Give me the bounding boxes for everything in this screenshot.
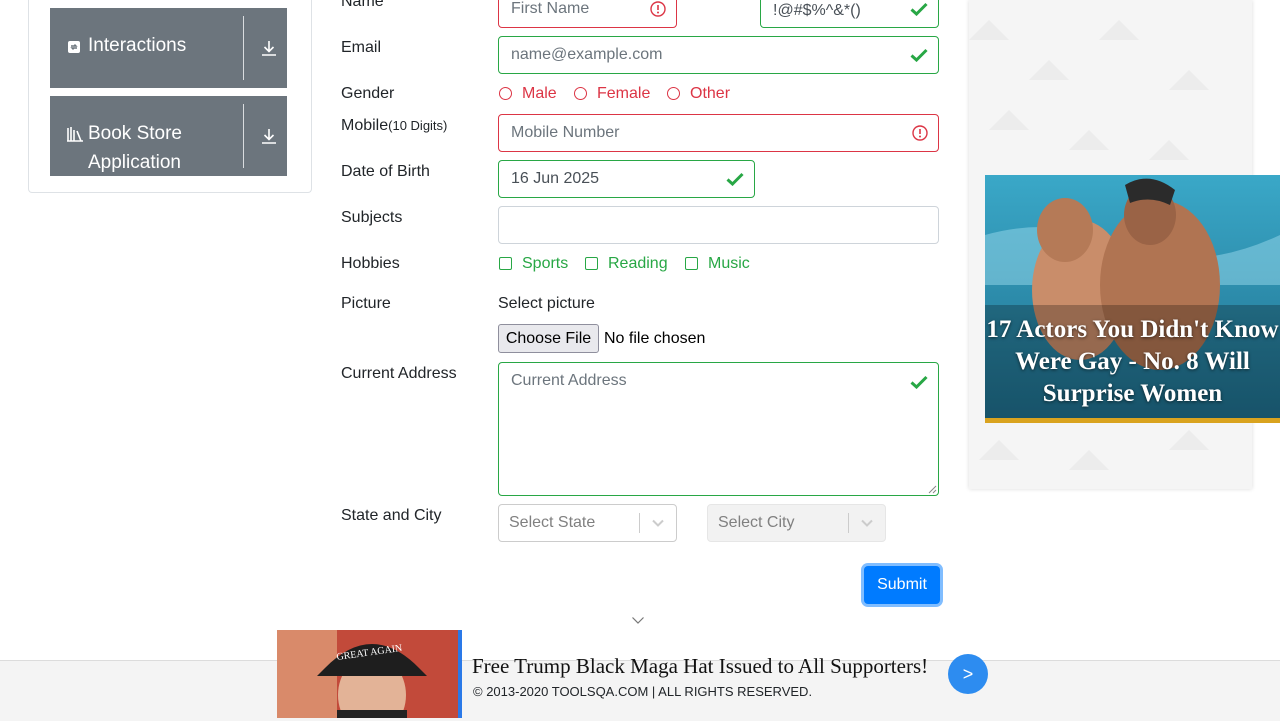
state-select[interactable]: Select State [498,504,677,542]
no-file-text: No file chosen [604,330,706,347]
hobby-checkbox-sports[interactable] [499,257,512,270]
interactions-icon [68,41,80,53]
chevron-down-icon [652,519,664,527]
banner-text[interactable]: Free Trump Black Maga Hat Issued to All … [472,654,928,679]
first-name-input[interactable]: First Name [498,0,677,28]
banner-photo: GREAT AGAIN [277,630,458,718]
gender-label-male[interactable]: Male [522,85,557,103]
valid-check-icon [910,375,928,389]
divider [848,513,849,533]
sidebar-group-book-store[interactable]: Book Store Application [50,96,287,176]
city-select[interactable]: Select City [707,504,886,542]
last-name-input[interactable]: !@#$%^&*() [760,0,939,28]
dob-value: 16 Jun 2025 [511,170,600,187]
address-textarea[interactable]: Current Address [498,362,939,496]
name-label: Name [341,0,384,10]
error-icon [650,1,666,17]
copyright-text: © 2013-2020 TOOLSQA.COM | ALL RIGHTS RES… [473,684,813,699]
email-label: Email [341,39,382,56]
hobbies-label: Hobbies [341,255,400,272]
hobby-label-reading[interactable]: Reading [608,255,668,273]
divider [639,513,640,533]
download-icon[interactable] [260,39,278,57]
state-placeholder: Select State [509,514,596,531]
subjects-label: Subjects [341,209,403,226]
valid-check-icon [910,2,928,16]
gender-radio-male[interactable] [499,87,512,100]
banner-next-button[interactable]: > [948,654,988,694]
select-picture-label: Select picture [498,295,595,312]
books-icon [67,127,83,142]
hobby-label-music[interactable]: Music [708,255,750,273]
address-placeholder: Current Address [511,372,627,389]
city-placeholder: Select City [718,514,795,531]
error-icon [912,125,928,141]
mobile-label: Mobile(10 Digits) [341,117,447,135]
banner-image[interactable]: GREAT AGAIN [277,630,458,718]
gender-label: Gender [341,85,395,102]
hobby-label-sports[interactable]: Sports [522,255,568,273]
download-icon[interactable] [260,127,278,145]
resize-handle-icon[interactable] [928,485,937,494]
valid-check-icon [910,48,928,62]
gender-label-female[interactable]: Female [597,85,650,103]
email-placeholder: name@example.com [511,46,663,63]
ad-title[interactable]: 17 Actors You Didn't Know Were Gay - No.… [985,314,1280,410]
gender-radio-female[interactable] [574,87,587,100]
mobile-placeholder: Mobile Number [511,124,620,141]
dob-input[interactable]: 16 Jun 2025 [498,160,755,198]
chevron-down-icon[interactable] [631,615,645,625]
mobile-hint: (10 Digits) [388,118,448,133]
mobile-input[interactable]: Mobile Number [498,114,939,152]
gender-radio-other[interactable] [667,87,680,100]
sidebar-group-label: Interactions [88,35,187,56]
divider [243,104,244,168]
address-label: Current Address [341,365,457,382]
gender-label-other[interactable]: Other [690,85,730,103]
submit-button[interactable]: Submit [864,566,940,604]
dob-label: Date of Birth [341,163,430,180]
sidebar-group-label-line2: Application [88,152,181,173]
hobby-checkbox-music[interactable] [685,257,698,270]
sidebar-group-label: Book Store [88,123,182,144]
subjects-input[interactable] [498,206,939,244]
email-input[interactable]: name@example.com [498,36,939,74]
mobile-label-text: Mobile [341,117,389,134]
picture-label: Picture [341,295,391,312]
divider [243,16,244,80]
banner-divider [458,630,462,718]
hobby-checkbox-reading[interactable] [585,257,598,270]
last-name-value: !@#$%^&*() [773,1,861,19]
valid-check-icon [726,172,744,186]
sidebar-group-interactions[interactable]: Interactions [50,8,287,88]
choose-file-button[interactable]: Choose File [498,324,599,353]
chevron-down-icon [861,519,873,527]
state-city-label: State and City [341,507,442,524]
ad-image[interactable]: 17 Actors You Didn't Know Were Gay - No.… [985,175,1280,423]
first-name-placeholder: First Name [511,0,590,17]
